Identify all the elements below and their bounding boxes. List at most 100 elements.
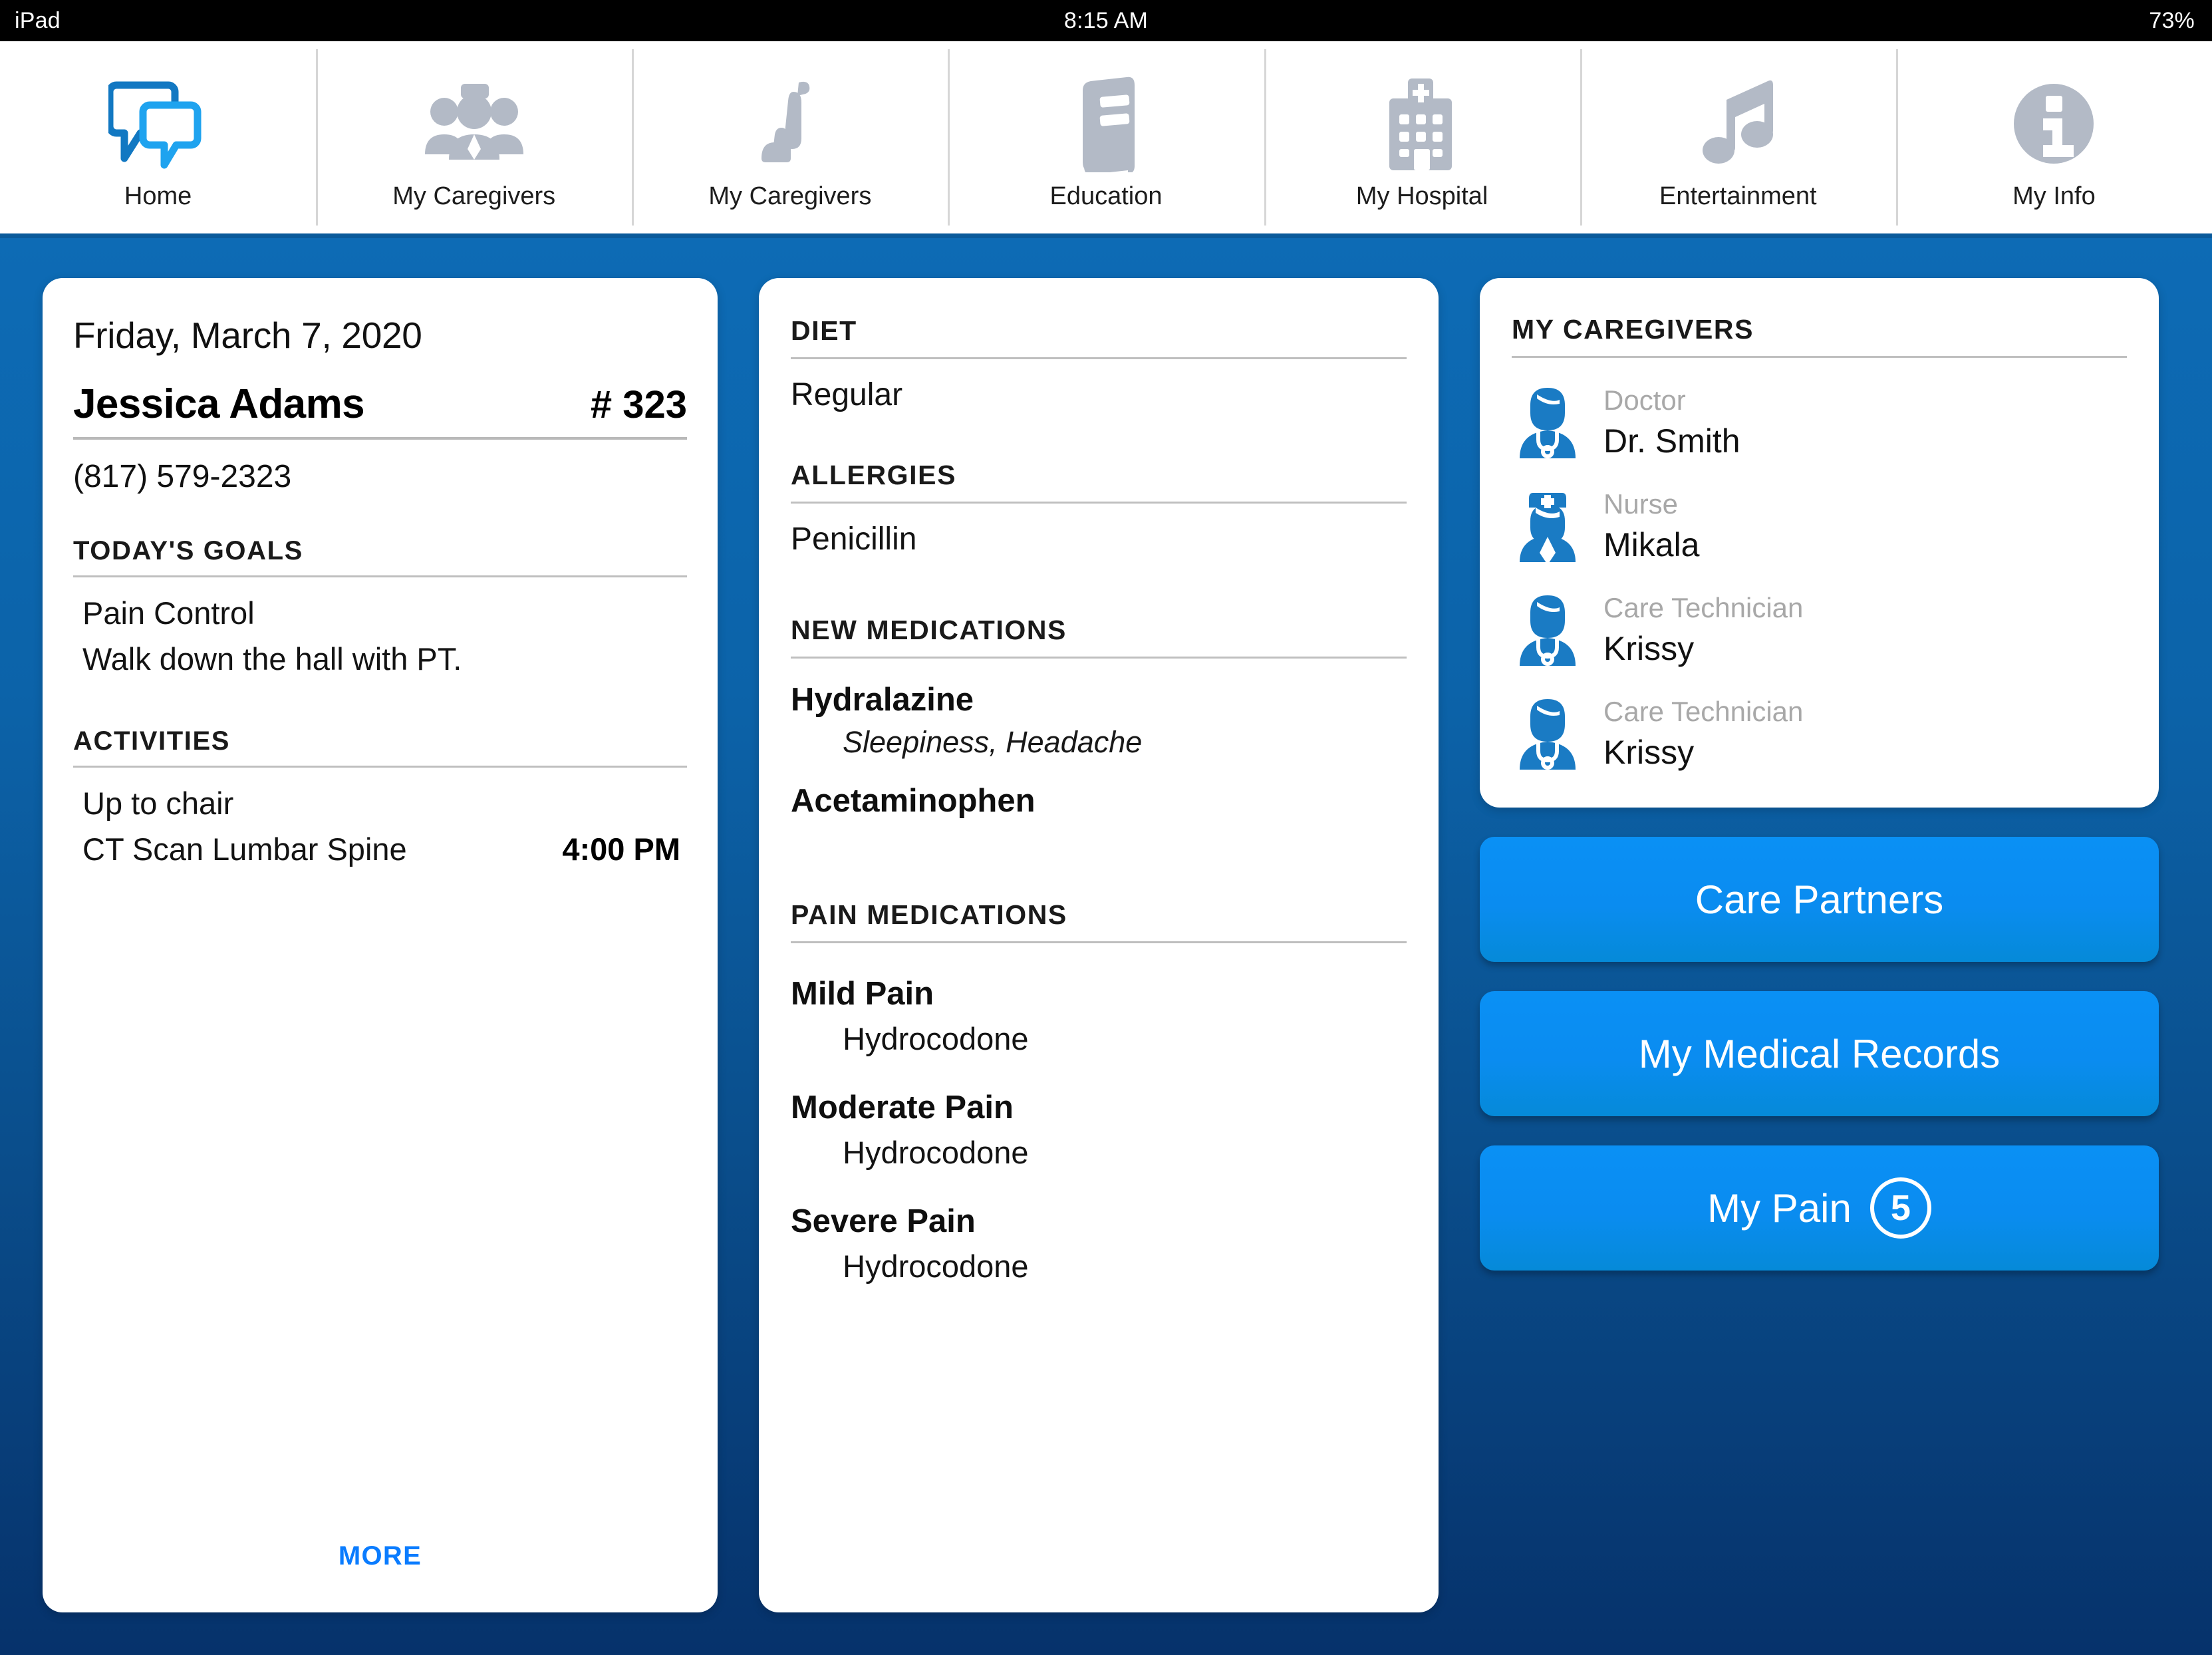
caregiver-row[interactable]: Doctor Dr. Smith	[1512, 384, 2127, 460]
clinical-column: DIET Regular ALLERGIES Penicillin NEW ME…	[759, 278, 1439, 1612]
pain-medication-row: Mild Pain Hydrocodone	[791, 975, 1407, 1057]
new-medications-section: NEW MEDICATIONS Hydralazine Sleepiness, …	[791, 615, 1407, 820]
nav-tab-education[interactable]: Education	[948, 41, 1264, 233]
caregivers-list: Doctor Dr. Smith Nurse Mikala Care Techn…	[1512, 384, 2127, 772]
diet-divider	[791, 357, 1407, 359]
medical-records-label: My Medical Records	[1638, 1031, 2001, 1076]
caregiver-name: Mikala	[1603, 526, 1700, 563]
care-team-icon	[421, 67, 527, 181]
nav-tab-education-label: Education	[1049, 182, 1163, 210]
caregivers-divider	[1512, 356, 2127, 358]
patient-phone: (817) 579-2323	[73, 459, 292, 494]
patient-identity-row: Jessica Adams # 323	[73, 380, 687, 428]
pain-level: Severe Pain	[791, 1203, 976, 1239]
pain-level: Mild Pain	[791, 976, 934, 1012]
more-button[interactable]: MORE	[339, 1541, 422, 1571]
diet-section: DIET Regular	[791, 315, 1407, 413]
allergies-value: Penicillin	[791, 522, 917, 557]
pain-medications-divider	[791, 941, 1407, 943]
info-circle-icon	[2007, 67, 2100, 181]
nav-tab-my-caregivers[interactable]: My Caregivers	[316, 41, 632, 233]
activity-row: CT Scan Lumbar Spine 4:00 PM	[73, 831, 687, 867]
caregiver-text: Nurse Mikala	[1603, 488, 1699, 564]
activities-divider	[73, 766, 687, 768]
allergies-divider	[791, 502, 1407, 504]
caregiver-row[interactable]: Care Technician Krissy	[1512, 696, 2127, 772]
pain-score-badge: 5	[1869, 1177, 1931, 1239]
goals-divider	[73, 575, 687, 577]
nav-tab-my-caregivers-label: My Caregivers	[392, 182, 556, 210]
caregiver-name: Krissy	[1603, 734, 1695, 771]
more-row: MORE	[73, 1541, 687, 1588]
hospital-icon	[1379, 67, 1465, 181]
caregiver-role: Care Technician	[1603, 696, 1804, 727]
tech-avatar-icon	[1512, 696, 1584, 771]
pain-level: Moderate Pain	[791, 1090, 1014, 1126]
diet-heading: DIET	[791, 315, 857, 346]
caregiver-text: Doctor Dr. Smith	[1603, 384, 1740, 460]
nav-tab-my-info[interactable]: My Info	[1895, 41, 2212, 233]
pain-medication-row: Moderate Pain Hydrocodone	[791, 1089, 1407, 1171]
todays-goals-heading: TODAY'S GOALS	[73, 536, 303, 565]
patient-name: Jessica Adams	[73, 381, 365, 427]
new-medication-item: Acetaminophen	[791, 782, 1407, 820]
medical-records-button[interactable]: My Medical Records	[1480, 991, 2159, 1116]
tech-avatar-icon	[1512, 593, 1584, 667]
my-caregivers-card: MY CAREGIVERS Doctor Dr. Smith Nurse Mik…	[1480, 278, 2159, 808]
chat-bubbles-icon	[108, 67, 208, 181]
recliner-chair-icon	[747, 67, 833, 181]
my-pain-button[interactable]: My Pain 5	[1480, 1145, 2159, 1271]
caregiver-role: Care Technician	[1603, 592, 1804, 623]
activities-heading: ACTIVITIES	[73, 726, 231, 756]
activity-name: CT Scan Lumbar Spine	[82, 831, 407, 867]
nav-tab-home[interactable]: Home	[0, 41, 316, 233]
new-medications-heading: NEW MEDICATIONS	[791, 615, 1067, 645]
caregiver-row[interactable]: Nurse Mikala	[1512, 488, 2127, 564]
caregivers-column: MY CAREGIVERS Doctor Dr. Smith Nurse Mik…	[1480, 278, 2159, 1612]
nav-tab-home-label: Home	[124, 182, 192, 210]
patient-column: Friday, March 7, 2020 Jessica Adams # 32…	[43, 278, 718, 1612]
medication-name: Acetaminophen	[791, 783, 1036, 819]
caregiver-text: Care Technician Krissy	[1603, 696, 1803, 772]
doctor-avatar-icon	[1512, 385, 1584, 460]
activities-list: Up to chair CT Scan Lumbar Spine 4:00 PM	[73, 785, 687, 867]
caregiver-name: Dr. Smith	[1603, 422, 1740, 460]
caregiver-role: Doctor	[1603, 384, 1686, 416]
new-medication-item: Hydralazine Sleepiness, Headache	[791, 681, 1407, 760]
goal-item: Pain Control	[82, 595, 255, 631]
music-note-icon	[1695, 67, 1781, 181]
care-partners-button[interactable]: Care Partners	[1480, 837, 2159, 962]
current-date: Friday, March 7, 2020	[73, 315, 422, 356]
pain-drug: Hydrocodone	[843, 1135, 1029, 1170]
medication-side-effects: Sleepiness, Headache	[843, 725, 1143, 759]
nurse-avatar-icon	[1512, 489, 1584, 563]
caregiver-role: Nurse	[1603, 488, 1679, 520]
patient-divider	[73, 437, 687, 440]
dashboard-body: Friday, March 7, 2020 Jessica Adams # 32…	[0, 238, 2212, 1655]
my-caregivers-heading: MY CAREGIVERS	[1512, 314, 1754, 345]
patient-summary-card: Friday, March 7, 2020 Jessica Adams # 32…	[43, 278, 718, 1612]
caregiver-row[interactable]: Care Technician Krissy	[1512, 592, 2127, 668]
status-clock: 8:15 AM	[1063, 7, 1149, 33]
allergies-section: ALLERGIES Penicillin	[791, 460, 1407, 557]
nav-tab-entertainment-label: Entertainment	[1659, 182, 1817, 210]
pain-medications-section: PAIN MEDICATIONS Mild Pain Hydrocodone M…	[791, 899, 1407, 1284]
my-pain-label: My Pain	[1707, 1185, 1852, 1231]
nav-tab-my-caregivers-alt[interactable]: My Caregivers	[632, 41, 948, 233]
care-partners-label: Care Partners	[1695, 877, 1944, 922]
activities-section: ACTIVITIES Up to chair CT Scan Lumbar Sp…	[73, 726, 687, 867]
todays-goals-section: TODAY'S GOALS Pain Control Walk down the…	[73, 536, 687, 677]
pain-medication-row: Severe Pain Hydrocodone	[791, 1203, 1407, 1284]
pain-medications-heading: PAIN MEDICATIONS	[791, 899, 1067, 930]
goals-list: Pain Control Walk down the hall with PT.	[73, 595, 687, 677]
main-navigation-bar: Home My Caregivers My Caregivers Educati…	[0, 41, 2212, 238]
activity-time: 4:00 PM	[562, 831, 680, 867]
caregiver-name: Krissy	[1603, 630, 1695, 667]
nav-tab-entertainment[interactable]: Entertainment	[1580, 41, 1896, 233]
nav-tab-my-hospital[interactable]: My Hospital	[1264, 41, 1580, 233]
activity-name: Up to chair	[82, 786, 234, 821]
nav-tab-my-caregivers-alt-label: My Caregivers	[708, 182, 872, 210]
caregiver-text: Care Technician Krissy	[1603, 592, 1803, 668]
